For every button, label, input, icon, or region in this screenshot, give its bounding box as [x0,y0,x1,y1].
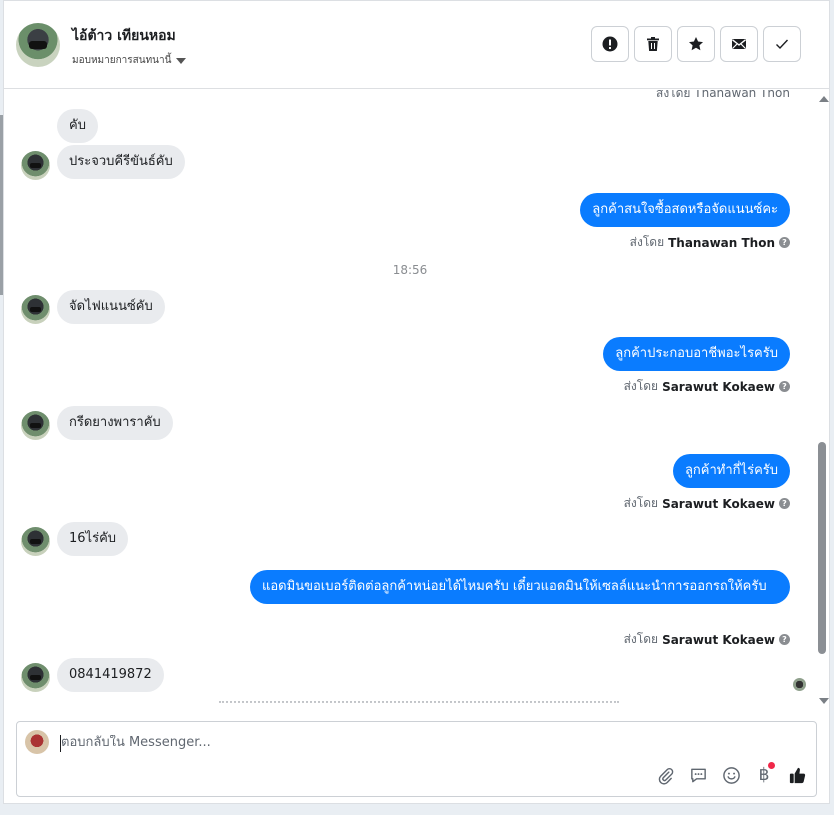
sent-by-label: ส่งโดย Sarawut Kokaew ? [624,377,790,396]
sender-name: Sarawut Kokaew [662,379,775,394]
exclamation-circle-icon [602,36,618,52]
conversation-header: ไอ้ต้าว เทียนหอม มอบหมายการสนทนานี้ [4,1,829,89]
sender-name: Thanawan Thon [668,235,775,250]
sent-by-prefix: ส่งโดย [629,235,665,249]
emoji-button[interactable] [720,764,742,786]
sender-name: Sarawut Kokaew [662,496,775,511]
incoming-message[interactable]: คับ [57,109,98,143]
contact-avatar-small [21,663,50,692]
checkmark-icon [776,39,789,50]
notification-dot [768,762,775,769]
envelope-icon [732,39,746,49]
outgoing-message[interactable]: ลูกค้าประกอบอาชีพอะไรครับ [603,337,790,371]
sent-by-label: ส่งโดย Thanawan Thon ? [630,233,790,252]
reply-composer: ฿ [16,721,817,797]
contact-avatar[interactable] [16,23,60,67]
help-icon[interactable]: ? [779,237,790,248]
timestamp-divider: 18:56 [392,263,428,277]
contact-avatar-small [21,151,50,180]
sent-by-prefix: ส่งโดย [623,379,659,393]
star-icon [689,37,703,51]
help-icon[interactable]: ? [779,634,790,645]
incoming-message[interactable]: จัดไฟแนนซ์คับ [57,290,165,324]
incoming-message[interactable]: 0841419872 [57,658,164,692]
sender-name: Sarawut Kokaew [662,632,775,647]
thumbs-up-icon [789,767,805,783]
sent-by-label: ส่งโดย Sarawut Kokaew ? [624,494,790,513]
conversation-window: ไอ้ต้าว เทียนหอม มอบหมายการสนทนานี้ ส่งโ… [3,0,830,804]
baht-icon: ฿ [758,765,770,785]
paperclip-icon [658,767,673,785]
sent-by-prefix: ส่งโดย [623,632,659,646]
seen-avatar-icon [793,678,806,691]
chevron-down-icon[interactable] [176,57,187,64]
help-icon[interactable]: ? [779,498,790,509]
sent-by-prefix: ส่งโดย [623,496,659,510]
trash-icon [647,37,659,51]
contact-avatar-small [21,527,50,556]
page-avatar [25,730,49,754]
incoming-message[interactable]: กรีดยางพาราคับ [57,406,173,440]
smiley-icon [722,766,740,784]
contact-avatar-small [21,411,50,440]
outgoing-message[interactable]: ลูกค้าทำกี่ไร่ครับ [672,454,790,488]
payment-button[interactable]: ฿ [753,762,775,786]
delete-button[interactable] [634,26,672,62]
outgoing-message[interactable]: แอดมินขอเบอร์ติดต่อลูกค้าหน่อยได้ไหมครับ… [250,570,790,604]
header-actions [591,26,801,62]
scrollbar-thumb[interactable] [818,442,826,654]
help-icon[interactable]: ? [779,381,790,392]
scroll-down-arrow-icon[interactable] [819,698,829,704]
saved-reply-button[interactable] [687,764,709,786]
star-button[interactable] [677,26,715,62]
contact-name[interactable]: ไอ้ต้าว เทียนหอม [72,25,176,47]
thread-fade [4,702,816,710]
incoming-message[interactable]: ประจวบคีรีขันธ์คับ [57,145,185,179]
sent-by-label: ส่งโดย Thanawan Thon [656,90,790,100]
assign-label: มอบหมายการสนทนานี้ [72,55,172,66]
message-thread[interactable]: ส่งโดย Thanawan Thon คับ ประจวบคีรีขันธ์… [4,90,816,710]
scroll-up-arrow-icon[interactable] [819,96,829,102]
incoming-message[interactable]: 16ไร่คับ [57,522,129,556]
contact-avatar-small [21,295,50,324]
chat-bubble-icon [690,768,706,782]
mark-spam-button[interactable] [591,26,629,62]
outgoing-message[interactable]: ลูกค้าสนใจซื้อสดหรือจัดแนนซ์คะ [580,193,790,227]
thread-scrollbar[interactable] [816,90,829,710]
assign-conversation-dropdown[interactable]: มอบหมายการสนทนานี้ [72,53,187,68]
reply-input[interactable] [61,735,761,750]
sent-by-label: ส่งโดย Sarawut Kokaew ? [624,630,790,649]
mark-unread-button[interactable] [720,26,758,62]
like-button[interactable] [786,764,808,786]
composer-tools: ฿ [654,762,808,786]
attachment-button[interactable] [654,764,676,786]
mark-done-button[interactable] [763,26,801,62]
